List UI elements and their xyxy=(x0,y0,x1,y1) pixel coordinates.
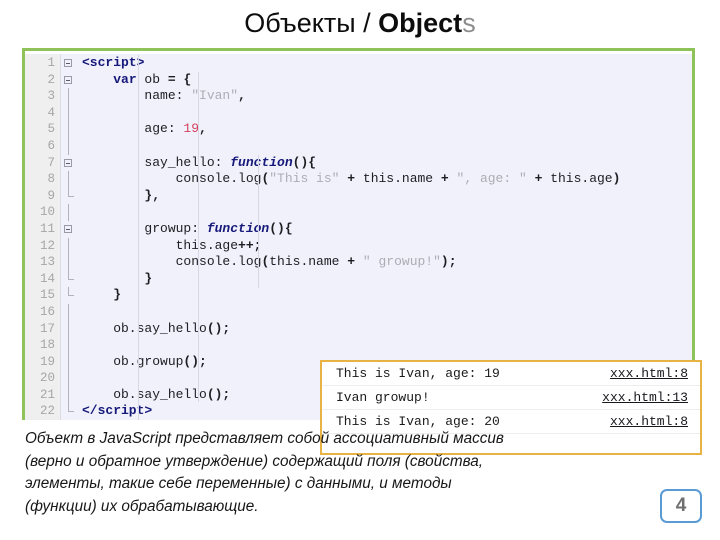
line-number: 12 xyxy=(39,238,55,253)
indent-guide xyxy=(138,55,139,420)
page-title-en-bold: Object xyxy=(378,8,463,38)
code-line: } xyxy=(113,287,122,303)
line-number: 17 xyxy=(39,321,55,336)
line-number: 5 xyxy=(47,122,55,137)
fold-line xyxy=(67,370,69,387)
console-message: This is Ivan, age: 20 xyxy=(336,414,500,429)
code-line: growup: function(){ xyxy=(82,220,293,236)
code-line: ob.say_hello(); xyxy=(82,320,231,336)
code-line: this.age++; xyxy=(82,237,262,253)
console-source-link[interactable]: xxx.html:8 xyxy=(610,366,688,381)
page-title: Объекты / Objects xyxy=(0,6,720,40)
fold-collapse-icon[interactable] xyxy=(64,75,72,84)
line-number: 2 xyxy=(47,72,55,87)
fold-line xyxy=(67,104,69,122)
code-line: console.log(this.name + " growup!"); xyxy=(82,254,457,270)
caption-line: (верно и обратное утверждение) содержащи… xyxy=(25,452,483,470)
line-number: 14 xyxy=(39,271,55,286)
console-source-link[interactable]: xxx.html:13 xyxy=(602,390,688,405)
fold-line xyxy=(67,204,69,221)
line-number: 8 xyxy=(47,172,55,187)
indent-guide xyxy=(258,155,259,221)
line-number: 9 xyxy=(47,188,55,203)
code-line: say_hello: function(){ xyxy=(82,154,317,170)
line-number: 10 xyxy=(39,205,55,220)
fold-line xyxy=(67,386,69,404)
line-number: 20 xyxy=(39,371,55,386)
code-line: var ob = { xyxy=(113,71,192,87)
code-line: name: "Ivan", xyxy=(82,88,246,104)
page-title-en-gray: s xyxy=(462,8,476,38)
caption-line: элементы, такие себе переменные) с данны… xyxy=(25,475,452,493)
line-number: 11 xyxy=(39,221,55,236)
fold-line xyxy=(67,171,69,188)
fold-line xyxy=(67,353,69,371)
code-line: }, xyxy=(144,187,161,203)
fold-line xyxy=(67,303,69,321)
console-row[interactable]: Ivan growup! xxx.html:13 xyxy=(322,386,700,410)
fold-line xyxy=(67,320,69,338)
code-fold-gutter[interactable] xyxy=(61,54,79,420)
caption-line: (функции) их обрабатывающие. xyxy=(25,497,259,515)
code-line: <script> xyxy=(82,55,145,70)
fold-line xyxy=(67,88,69,105)
fold-end-marker xyxy=(67,187,74,197)
line-number: 21 xyxy=(39,387,55,402)
line-number: 3 xyxy=(47,89,55,104)
line-number: 15 xyxy=(39,288,55,303)
fold-line xyxy=(67,121,69,138)
console-row[interactable]: This is Ivan, age: 19 xxx.html:8 xyxy=(322,362,700,386)
line-number-gutter: 1 2 3 4 5 6 7 8 9 10 11 12 13 14 15 16 1… xyxy=(25,54,61,420)
code-line: age: 19, xyxy=(82,121,207,137)
console-message: Ivan growup! xyxy=(336,390,430,405)
line-number: 16 xyxy=(39,304,55,319)
fold-collapse-icon[interactable] xyxy=(64,158,72,167)
fold-line xyxy=(67,137,69,155)
line-number: 18 xyxy=(39,338,55,353)
line-number: 19 xyxy=(39,354,55,369)
fold-end-marker xyxy=(67,403,74,413)
fold-line xyxy=(67,237,69,255)
fold-collapse-icon[interactable] xyxy=(64,224,72,233)
code-line: console.log("This is" + this.name + ", a… xyxy=(82,171,621,187)
indent-guide xyxy=(258,221,259,288)
fold-end-marker xyxy=(67,287,74,297)
code-editor-panel: 1 2 3 4 5 6 7 8 9 10 11 12 13 14 15 16 1… xyxy=(22,48,702,455)
page-title-ru: Объекты / xyxy=(244,8,379,38)
fold-line xyxy=(67,337,69,354)
line-number: 7 xyxy=(47,155,55,170)
line-number: 6 xyxy=(47,138,55,153)
fold-end-marker xyxy=(67,270,74,280)
console-source-link[interactable]: xxx.html:8 xyxy=(610,414,688,429)
slide-caption: Объект в JavaScript представляет собой а… xyxy=(25,428,645,518)
line-number: 22 xyxy=(39,404,55,419)
fold-collapse-icon[interactable] xyxy=(64,59,72,67)
line-number: 1 xyxy=(47,56,55,70)
caption-line: Объект в JavaScript представляет собой а… xyxy=(25,430,504,447)
page-number-badge: 4 xyxy=(660,489,702,523)
console-message: This is Ivan, age: 19 xyxy=(336,366,500,381)
fold-line xyxy=(67,254,69,271)
indent-guide xyxy=(198,72,199,402)
line-number: 4 xyxy=(47,105,55,120)
code-line: } xyxy=(144,270,153,286)
line-number: 13 xyxy=(39,255,55,270)
